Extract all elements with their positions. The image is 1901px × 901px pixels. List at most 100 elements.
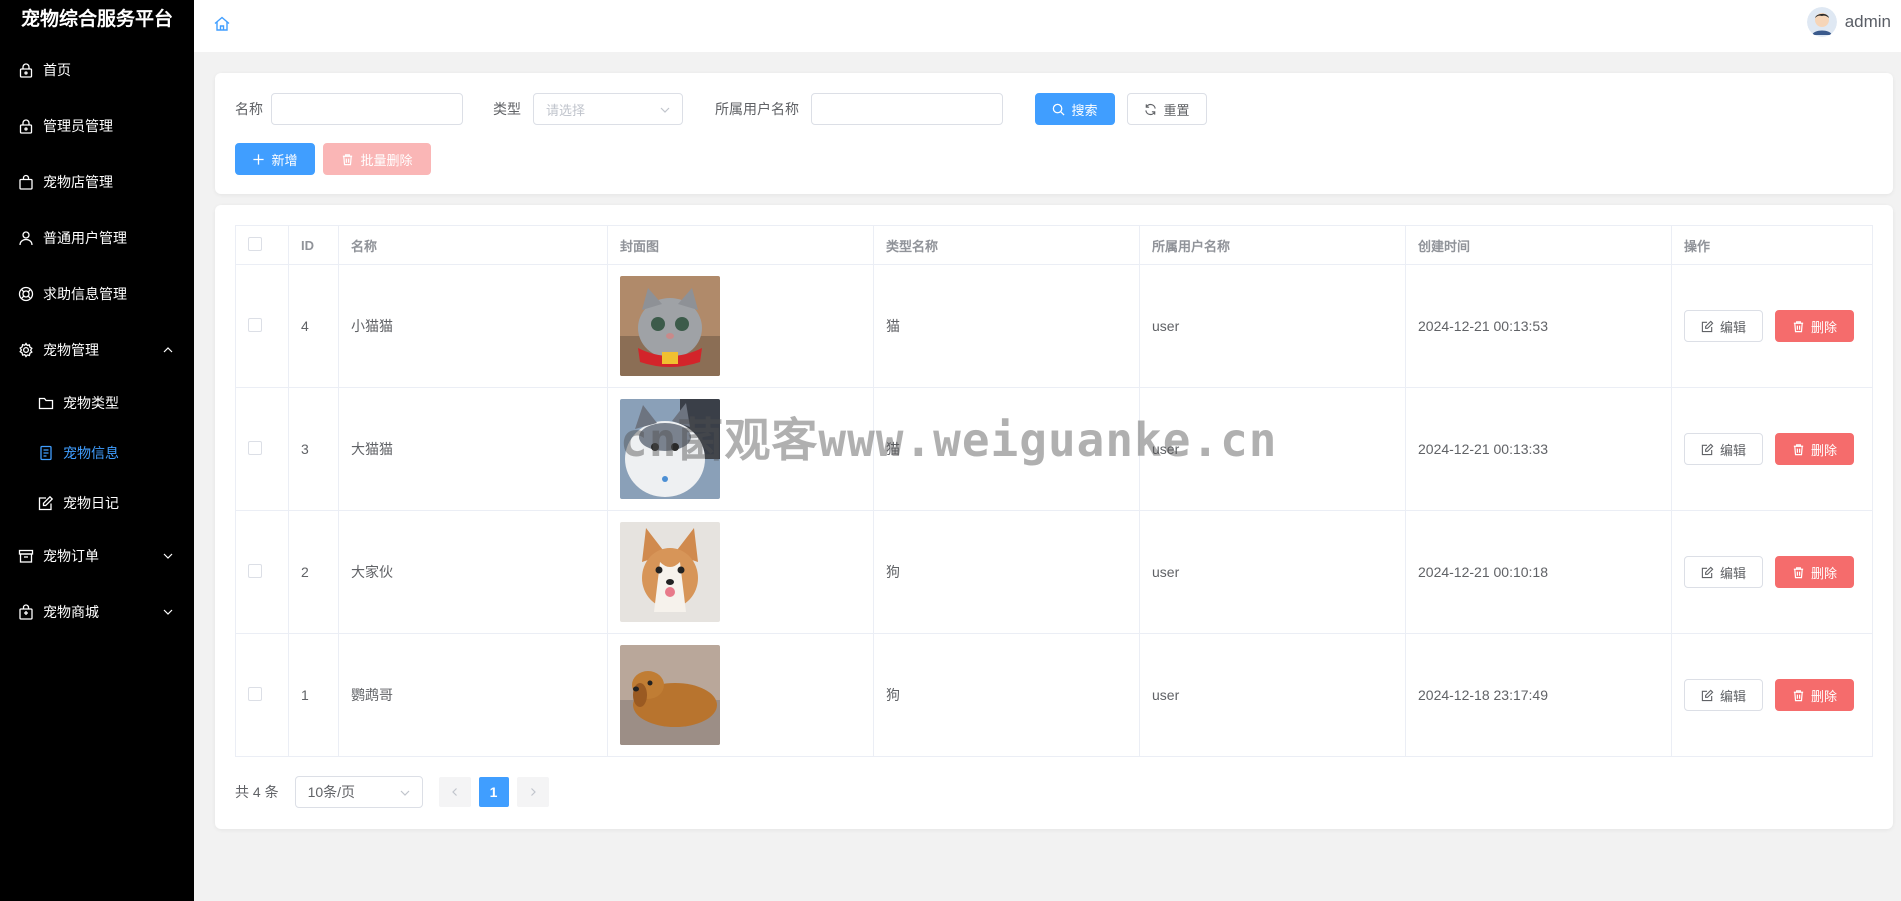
sidebar-item-label: 求助信息管理 [43,286,127,302]
sidebar-item-admin[interactable]: 管理员管理 [0,98,194,154]
cover-image[interactable] [620,645,720,745]
sidebar-item-pets[interactable]: 宠物管理 [0,322,194,378]
delete-button[interactable]: 删除 [1775,556,1855,588]
id-cell: 3 [288,387,339,511]
edit-button-label: 编辑 [1720,565,1747,581]
sidebar-item-help[interactable]: 求助信息管理 [0,266,194,322]
cover-cell [607,633,874,757]
owner-cell: user [1139,510,1406,634]
shop-icon [18,604,34,620]
avatar [1806,7,1837,37]
trash-icon [1793,320,1804,332]
search-row: 名称 类型 请选择 所属用户名称 搜索 重置 [235,93,1207,125]
sidebar-item-home[interactable]: 首页 [0,42,194,98]
row-checkbox[interactable] [248,317,262,332]
sidebar-menu: 首页 管理员管理 宠物店管理 普通用户管理 求助信息管理 宠物管理 宠物类型 宠… [0,42,194,640]
row-checkbox[interactable] [248,440,262,455]
sidebar-item-mall[interactable]: 宠物商城 [0,584,194,640]
edit-button[interactable]: 编辑 [1684,679,1764,711]
table-row: 2 大家伙 狗 user 2024-12-21 00:10:18 编辑 删除 [235,510,1873,634]
owner-input[interactable] [811,93,1003,125]
sidebar-item-label: 普通用户管理 [43,230,127,246]
sidebar-item-pet-info[interactable]: 宠物信息 [0,428,194,478]
batch-delete-button[interactable]: 批量删除 [323,143,431,175]
sidebar-submenu-pets: 宠物类型 宠物信息 宠物日记 [0,378,194,528]
select-all-cell [235,225,289,265]
column-header: 所属用户名称 [1139,225,1406,265]
gear-icon [18,342,34,358]
search-panel: 名称 类型 请选择 所属用户名称 搜索 重置 新增 批量删除 [215,73,1893,194]
created-cell: 2024-12-18 23:17:49 [1405,633,1672,757]
page-size-select[interactable]: 10条/页 [294,776,423,808]
lock-icon [18,62,34,78]
name-cell: 大家伙 [338,510,608,634]
cover-image[interactable] [620,522,720,622]
chevron-left-icon [451,788,457,796]
row-checkbox[interactable] [248,686,262,701]
delete-button[interactable]: 删除 [1775,310,1855,342]
column-header: 类型名称 [873,225,1140,265]
ops-cell: 编辑 删除 [1671,387,1873,511]
lock-icon [18,118,34,134]
delete-button-label: 删除 [1811,565,1838,581]
top-header: admin [194,0,1901,52]
sidebar-item-pet-diary[interactable]: 宠物日记 [0,478,194,528]
id-cell: 4 [288,264,339,388]
ops-cell: 编辑 删除 [1671,633,1873,757]
name-input[interactable] [271,93,463,125]
sidebar-item-label: 宠物类型 [63,395,119,411]
edit-icon [1701,320,1714,332]
bag-icon [18,174,34,190]
reset-button[interactable]: 重置 [1127,93,1207,125]
action-row: 新增 批量删除 [235,143,431,175]
home-icon[interactable] [212,14,232,34]
chevron-down-icon [163,609,173,615]
edit-button-label: 编辑 [1720,442,1747,458]
delete-button[interactable]: 删除 [1775,433,1855,465]
created-cell: 2024-12-21 00:13:33 [1405,387,1672,511]
user-menu[interactable]: admin [1806,5,1891,39]
prev-page-button[interactable] [438,777,471,807]
select-all-checkbox[interactable] [248,236,262,251]
edit-button[interactable]: 编辑 [1684,310,1764,342]
next-page-button[interactable] [516,777,549,807]
add-button[interactable]: 新增 [235,143,315,175]
type-cell: 狗 [873,510,1140,634]
sidebar: 宠物综合服务平台 首页 管理员管理 宠物店管理 普通用户管理 求助信息管理 宠物… [0,0,194,901]
sidebar-item-label: 首页 [43,62,71,78]
column-header: ID [288,225,339,265]
sidebar-item-users[interactable]: 普通用户管理 [0,210,194,266]
edit-icon [1701,689,1714,701]
type-select[interactable]: 请选择 [533,93,683,125]
column-header: 封面图 [607,225,874,265]
edit-button-label: 编辑 [1720,319,1747,335]
type-label: 类型 [493,101,521,117]
edit-icon [38,495,54,511]
ops-cell: 编辑 删除 [1671,510,1873,634]
sidebar-item-orders[interactable]: 宠物订单 [0,528,194,584]
page-number[interactable]: 1 [478,777,509,807]
id-cell: 1 [288,633,339,757]
sidebar-item-pet-types[interactable]: 宠物类型 [0,378,194,428]
search-button[interactable]: 搜索 [1035,93,1115,125]
sidebar-item-shops[interactable]: 宠物店管理 [0,154,194,210]
created-cell: 2024-12-21 00:13:53 [1405,264,1672,388]
sidebar-item-label: 宠物商城 [43,604,99,620]
cover-image[interactable] [620,399,720,499]
sidebar-item-label: 宠物日记 [63,495,119,511]
delete-button[interactable]: 删除 [1775,679,1855,711]
edit-button-label: 编辑 [1720,688,1747,704]
type-select-placeholder: 请选择 [546,102,586,118]
edit-icon [1701,443,1714,455]
edit-button[interactable]: 编辑 [1684,433,1764,465]
ops-cell: 编辑 删除 [1671,264,1873,388]
chevron-down-icon [400,790,410,796]
owner-label: 所属用户名称 [715,101,799,117]
row-checkbox[interactable] [248,563,262,578]
cover-cell [607,387,874,511]
trash-icon [1793,566,1804,578]
cover-image[interactable] [620,276,720,376]
add-button-label: 新增 [271,152,298,168]
id-cell: 2 [288,510,339,634]
edit-button[interactable]: 编辑 [1684,556,1764,588]
